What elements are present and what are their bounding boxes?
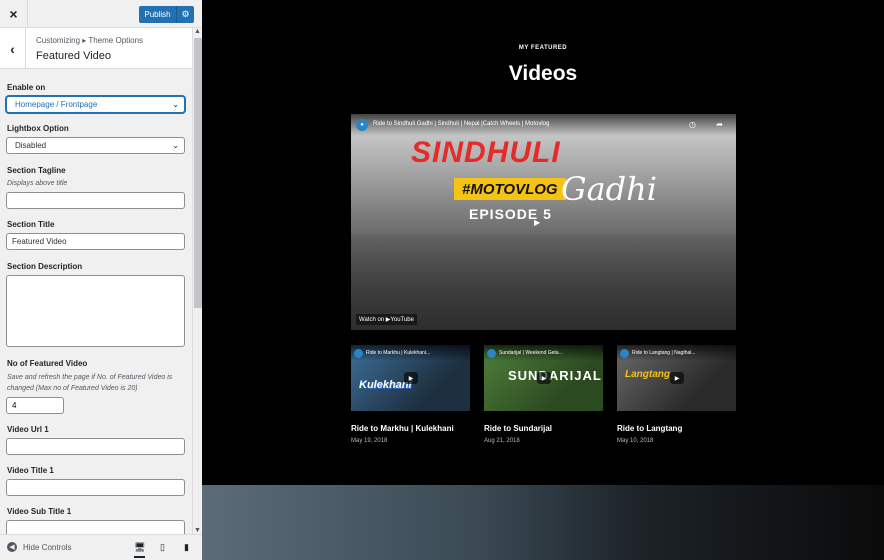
sidebar-scrollbar[interactable]: ▲ ▼ [192,28,202,534]
lightbox-select[interactable]: Disabled ⌄ [6,137,185,154]
lightbox-label: Lightbox Option [7,124,69,133]
channel-logo-icon [487,349,496,358]
controls-panel: Enable on Homepage / Frontpage ⌄ Lightbo… [0,70,192,534]
play-icon[interactable]: ▶ [670,372,684,384]
watch-on-youtube[interactable]: Watch on ▶YouTube [356,314,417,325]
customizer-topbar: × Publish ⚙ [0,0,202,28]
play-icon[interactable]: ▶ [404,372,418,384]
section-heading: Videos [508,62,578,85]
play-icon[interactable]: ▶ [534,218,540,227]
video-date-2: Aug 21, 2018 [484,438,520,444]
channel-logo-icon [620,349,629,358]
main-video-player[interactable]: ● Ride to Sindhuli Gadhi | Sindhuli | Ne… [351,114,736,330]
section-kicker: MY FEATURED [518,45,568,51]
customizer-sidebar: × Publish ⚙ ‹ Customizing ▸ Theme Option… [0,0,202,560]
tagline-input[interactable] [6,192,185,209]
breadcrumb-separator: ▸ [82,36,87,45]
video-title-3[interactable]: Ride to Langtang [617,424,682,433]
lightbox-value: Disabled [15,141,47,150]
chevron-down-icon: ⌄ [172,141,179,150]
breadcrumb: Customizing ▸ Theme Options [36,36,143,45]
desktop-preview-icon[interactable]: 🖥 [134,542,146,558]
tagline-desc: Displays above title [7,180,68,187]
watch-later-icon[interactable]: ◷ [689,120,696,129]
scrollbar-thumb[interactable] [194,38,202,308]
description-textarea[interactable] [6,275,185,347]
count-desc: Save and refresh the page if No. of Feat… [7,374,173,392]
channel-logo-icon[interactable]: ● [356,119,368,131]
count-label: No of Featured Video [7,359,88,368]
chevron-down-icon: ⌄ [172,100,179,109]
breadcrumb-theme-options: Theme Options [88,36,144,45]
title-label: Section Title [7,220,55,229]
video-date-1: May 19, 2018 [351,438,388,444]
channel-logo-icon [354,349,363,358]
gear-icon[interactable]: ⚙ [176,6,194,23]
customizer-footer: ◀ Hide Controls 🖥 ▯ ▮ [0,534,202,560]
title-input[interactable]: Featured Video [6,233,185,250]
video-thumb-art: SUNDARIJAL [508,368,602,383]
section-header: ‹ Customizing ▸ Theme Options Featured V… [0,28,192,69]
section-title: Featured Video [36,50,112,62]
publish-group: Publish ⚙ [139,6,194,23]
video-title-1[interactable]: Ride to Markhu | Kulekhani [351,424,454,433]
play-icon[interactable]: ▶ [537,372,551,384]
mobile-preview-icon[interactable]: ▮ [184,542,189,553]
title1-input[interactable] [6,479,185,496]
url1-label: Video Url 1 [7,425,49,434]
video-thumb-art: Langtang [625,369,670,380]
description-label: Section Description [7,262,83,271]
title1-label: Video Title 1 [7,466,54,475]
video-art-gadhi: Gadhi [561,170,657,208]
video-title-2[interactable]: Ride to Sundarijal [484,424,552,433]
close-icon[interactable]: × [0,0,28,28]
count-stepper[interactable]: 4 [6,397,64,414]
scroll-up-icon[interactable]: ▲ [194,28,201,35]
enable-on-select[interactable]: Homepage / Frontpage ⌄ [6,96,185,113]
enable-on-label: Enable on [7,83,46,92]
back-arrow-icon[interactable]: ‹ [0,28,26,69]
video-art-sindhuli: SINDHULI [411,136,561,169]
video-thumb-title: Ride to Langtang | Nagthal... [632,350,696,356]
video-thumb-1[interactable]: Kulekhani Ride to Markhu | Kulekhani... … [351,345,470,411]
subtitle1-label: Video Sub Title 1 [7,507,72,516]
hide-controls-button[interactable]: ◀ Hide Controls [7,542,71,552]
hide-controls-icon: ◀ [7,542,17,552]
hide-controls-label: Hide Controls [23,542,72,552]
video-thumb-title: Sundarijal | Weekend Geta... [499,350,563,356]
breadcrumb-customizing: Customizing [36,36,81,45]
main-video-title[interactable]: Ride to Sindhuli Gadhi | Sindhuli | Nepa… [373,121,549,127]
video-thumb-title: Ride to Markhu | Kulekhani... [366,350,431,356]
video-thumb-2[interactable]: SUNDARIJAL Sundarijal | Weekend Geta... … [484,345,603,411]
site-preview: MY FEATURED Videos ● Ride to Sindhuli Ga… [202,0,884,560]
next-section-background [202,485,884,560]
scroll-down-icon[interactable]: ▼ [194,527,201,534]
video-art-motovlog: #MOTOVLOG [454,178,566,200]
subtitle1-input[interactable] [6,520,185,534]
video-thumb-3[interactable]: Langtang Ride to Langtang | Nagthal... ▶ [617,345,736,411]
publish-button[interactable]: Publish [139,6,176,23]
tagline-label: Section Tagline [7,166,66,175]
share-icon[interactable]: ➦ [716,120,723,129]
enable-on-value: Homepage / Frontpage [15,100,98,109]
tablet-preview-icon[interactable]: ▯ [160,542,165,553]
url1-input[interactable] [6,438,185,455]
video-date-3: May 10, 2018 [617,438,654,444]
